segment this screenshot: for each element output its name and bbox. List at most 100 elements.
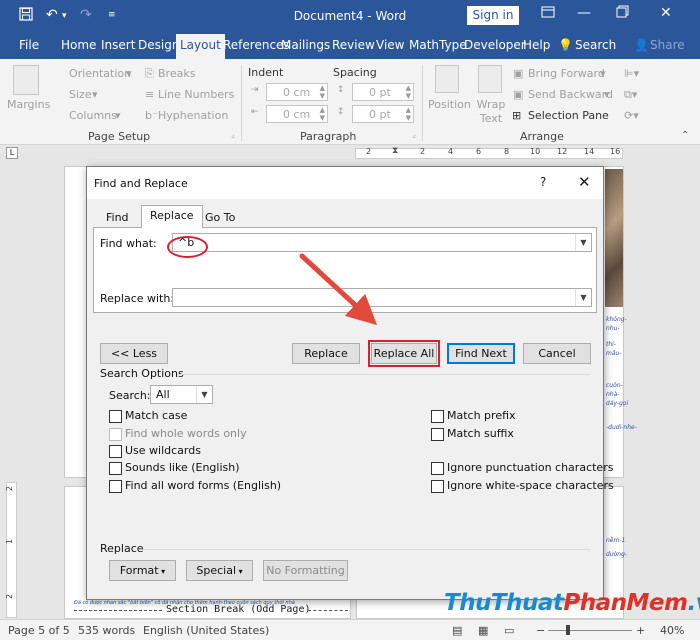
word-count[interactable]: 535 words	[78, 624, 135, 637]
selection-pane-button[interactable]: Selection Pane	[528, 109, 609, 122]
dialog-title: Find and Replace	[94, 177, 188, 190]
group-icon[interactable]: ⧉▾	[624, 88, 637, 102]
page-count[interactable]: Page 5 of 5	[8, 624, 70, 637]
size-button[interactable]: Size	[69, 88, 92, 101]
tab-home[interactable]: Home	[61, 38, 96, 52]
match-suffix-checkbox[interactable]: Match suffix	[431, 427, 514, 441]
chevron-down-icon[interactable]: ▼	[196, 386, 212, 403]
tab-selector-icon[interactable]: L	[6, 147, 18, 159]
document-photo	[605, 169, 623, 307]
minimize-icon[interactable]: —	[577, 5, 591, 21]
horizontal-ruler[interactable]: L 2 ⧗ 2 4 6 8 10 12 14 16	[0, 145, 700, 162]
no-formatting-button[interactable]: No Formatting	[263, 560, 348, 581]
chevron-down-icon[interactable]: ▼	[575, 234, 591, 251]
find-next-button[interactable]: Find Next	[447, 343, 515, 364]
tab-review[interactable]: Review	[332, 38, 375, 52]
watermark-part: PhanMem	[563, 590, 688, 616]
match-case-checkbox[interactable]: Match case	[109, 409, 187, 423]
indent-left-input[interactable]: 0 cm ▲ ▼	[266, 83, 328, 101]
find-whole-words-checkbox[interactable]: Find whole words only	[109, 427, 247, 441]
margins-button[interactable]: Margins	[7, 98, 50, 111]
language-status[interactable]: English (United States)	[143, 624, 269, 637]
web-layout-icon[interactable]: ▭	[504, 624, 514, 637]
vertical-ruler[interactable]: 2 1 2	[4, 162, 18, 618]
tab-developer[interactable]: Developer	[464, 38, 526, 52]
help-button[interactable]: ?	[540, 175, 546, 189]
chevron-down-icon: ▾	[236, 567, 243, 576]
indent-marker-icon[interactable]: ⧗	[392, 146, 398, 156]
breaks-button[interactable]: Breaks	[158, 67, 195, 80]
replace-all-button[interactable]: Replace All	[368, 340, 440, 367]
search-direction-select[interactable]: All ▼	[150, 385, 213, 404]
hyphenation-button[interactable]: Hyphenation	[158, 109, 228, 122]
find-what-input[interactable]: ^b ▼	[172, 233, 592, 252]
find-what-label: Find what:	[100, 237, 157, 250]
find-all-word-forms-checkbox[interactable]: Find all word forms (English)	[109, 479, 281, 493]
chevron-down-icon: ▾	[600, 67, 606, 80]
tab-layout[interactable]: Layout	[176, 34, 225, 59]
tab-mailings[interactable]: Mailings	[281, 38, 330, 52]
match-prefix-checkbox[interactable]: Match prefix	[431, 409, 516, 423]
read-mode-icon[interactable]: ▤	[452, 624, 462, 637]
chevron-down-icon[interactable]: ▼	[575, 289, 591, 306]
bring-forward-button[interactable]: Bring Forward	[528, 67, 605, 80]
zoom-in-button[interactable]: +	[636, 624, 645, 637]
replace-button[interactable]: Replace	[292, 343, 360, 364]
print-layout-icon[interactable]: ▦	[478, 624, 488, 637]
tab-references[interactable]: References	[223, 38, 290, 52]
sign-in-button[interactable]: Sign in	[467, 6, 519, 25]
sounds-like-checkbox[interactable]: Sounds like (English)	[109, 461, 240, 475]
zoom-slider[interactable]	[548, 630, 632, 631]
zoom-out-button[interactable]: −	[536, 624, 545, 637]
columns-button[interactable]: Columns	[69, 109, 117, 122]
tab-help[interactable]: Help	[523, 38, 550, 52]
spacing-after-input[interactable]: 0 pt ▲ ▼	[352, 105, 414, 123]
line-numbers-button[interactable]: Line Numbers	[158, 88, 234, 101]
ruler-number: 2	[420, 147, 426, 156]
restore-icon[interactable]	[616, 5, 629, 22]
chevron-down-icon: ▾	[92, 88, 98, 101]
send-backward-icon: ▣	[513, 88, 524, 101]
position-icon[interactable]	[435, 65, 459, 93]
share-icon[interactable]: 👤	[634, 38, 649, 52]
align-icon[interactable]: ⊫▾	[624, 67, 639, 80]
tab-replace[interactable]: Replace	[141, 205, 203, 228]
ribbon-display-icon[interactable]	[541, 5, 555, 23]
tab-find[interactable]: Find	[98, 208, 137, 227]
ignore-whitespace-checkbox[interactable]: Ignore white-space characters	[431, 479, 614, 493]
close-icon[interactable]: ✕	[578, 173, 591, 191]
tab-mathtype[interactable]: MathType	[409, 38, 467, 52]
wrap-text-icon[interactable]	[478, 65, 502, 93]
ignore-punctuation-checkbox[interactable]: Ignore punctuation characters	[431, 461, 613, 475]
tell-me-search[interactable]: Search	[575, 38, 616, 52]
less-button[interactable]: << Less	[100, 343, 168, 364]
share-button[interactable]: Share	[650, 38, 685, 52]
spacing-before-input[interactable]: 0 pt ▲ ▼	[352, 83, 414, 101]
format-button[interactable]: Format ▾	[109, 560, 176, 581]
chevron-down-icon: ▾	[126, 67, 132, 80]
dialog-launcher-icon[interactable]: ⌟	[231, 130, 235, 139]
zoom-level[interactable]: 40%	[660, 624, 684, 637]
cancel-button[interactable]: Cancel	[523, 343, 591, 364]
ruler-number: 1	[5, 538, 15, 545]
send-backward-button[interactable]: Send Backward	[528, 88, 613, 101]
indent-right-input[interactable]: 0 cm ▲ ▼	[266, 105, 328, 123]
use-wildcards-checkbox[interactable]: Use wildcards	[109, 444, 201, 458]
position-button[interactable]: Position	[428, 98, 471, 111]
special-button[interactable]: Special ▾	[186, 560, 253, 581]
collapse-ribbon-icon[interactable]: ⌃	[681, 130, 689, 141]
orientation-button[interactable]: Orientation	[69, 67, 131, 80]
replace-with-input[interactable]: ▼	[172, 288, 592, 307]
tab-design[interactable]: Design	[138, 38, 179, 52]
tab-file[interactable]: File	[19, 38, 39, 52]
tab-go-to[interactable]: Go To	[197, 208, 243, 227]
rotate-icon[interactable]: ⟳▾	[624, 109, 639, 122]
margins-icon[interactable]	[13, 65, 39, 95]
close-icon[interactable]: ✕	[660, 5, 672, 21]
dialog-title-bar[interactable]: Find and Replace ? ✕	[87, 167, 603, 199]
dialog-launcher-icon[interactable]: ⌟	[412, 130, 416, 139]
tab-insert[interactable]: Insert	[101, 38, 135, 52]
wrap-text-button[interactable]: Wrap Text	[476, 98, 506, 126]
zoom-slider-thumb[interactable]	[566, 625, 570, 635]
tab-view[interactable]: View	[376, 38, 404, 52]
